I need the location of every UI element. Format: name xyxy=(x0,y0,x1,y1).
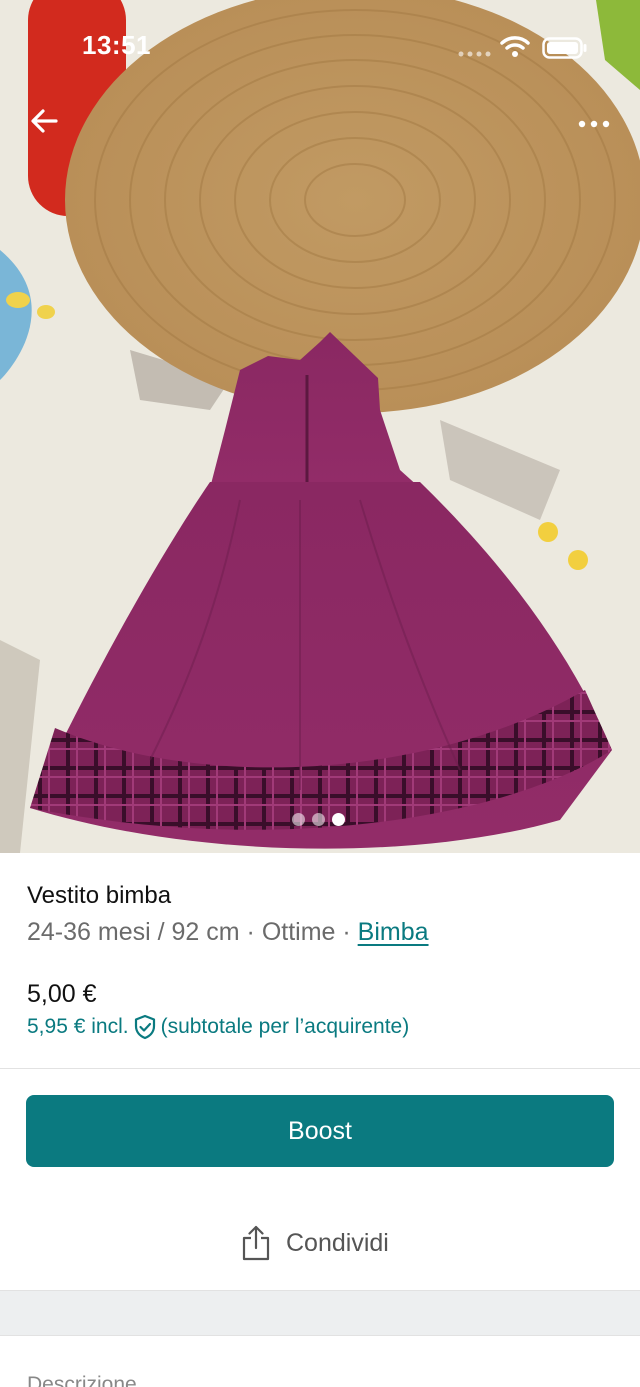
meta-separator: · xyxy=(335,918,358,946)
buyer-protection-price[interactable]: 5,95 € incl. (subtotale per l’acquirente… xyxy=(27,1014,409,1040)
item-meta: 24-36 mesi / 92 cm · Ottime · Bimba xyxy=(27,918,429,947)
item-size: 24-36 mesi / 92 cm xyxy=(27,918,240,946)
item-title: Vestito bimba xyxy=(27,882,172,909)
carousel-dot-2[interactable] xyxy=(312,813,325,826)
carousel-indicator xyxy=(292,813,345,826)
item-price: 5,00 € xyxy=(27,980,97,1008)
more-horizontal-icon xyxy=(578,120,610,128)
shield-check-icon xyxy=(134,1014,155,1040)
battery-icon xyxy=(542,37,587,59)
item-condition: Ottime xyxy=(261,918,336,946)
price-incl-note: (subtotale per l’acquirente) xyxy=(160,1015,410,1038)
boost-button[interactable]: Boost xyxy=(26,1095,614,1167)
carousel-dot-3-active[interactable] xyxy=(332,813,345,826)
meta-separator: · xyxy=(239,918,262,946)
signal-icon xyxy=(458,51,491,57)
share-icon xyxy=(242,1225,270,1261)
arrow-left-icon xyxy=(31,109,58,133)
product-photo[interactable] xyxy=(0,0,640,853)
share-button[interactable]: Condividi xyxy=(240,1220,389,1266)
wifi-icon xyxy=(500,36,530,57)
dress-photo-illustration xyxy=(0,0,640,853)
status-bar: 13:51 xyxy=(0,0,640,96)
section-separator xyxy=(0,1290,640,1336)
share-label: Condividi xyxy=(286,1228,389,1257)
status-time: 13:51 xyxy=(82,30,151,60)
carousel-dot-1[interactable] xyxy=(292,813,305,826)
back-button[interactable] xyxy=(24,100,68,144)
divider xyxy=(0,1068,640,1069)
item-category-link[interactable]: Bimba xyxy=(358,918,429,946)
more-options-button[interactable] xyxy=(568,102,620,142)
description-label: Descrizione xyxy=(27,1373,137,1387)
price-incl-amount: 5,95 € incl. xyxy=(27,1015,129,1038)
